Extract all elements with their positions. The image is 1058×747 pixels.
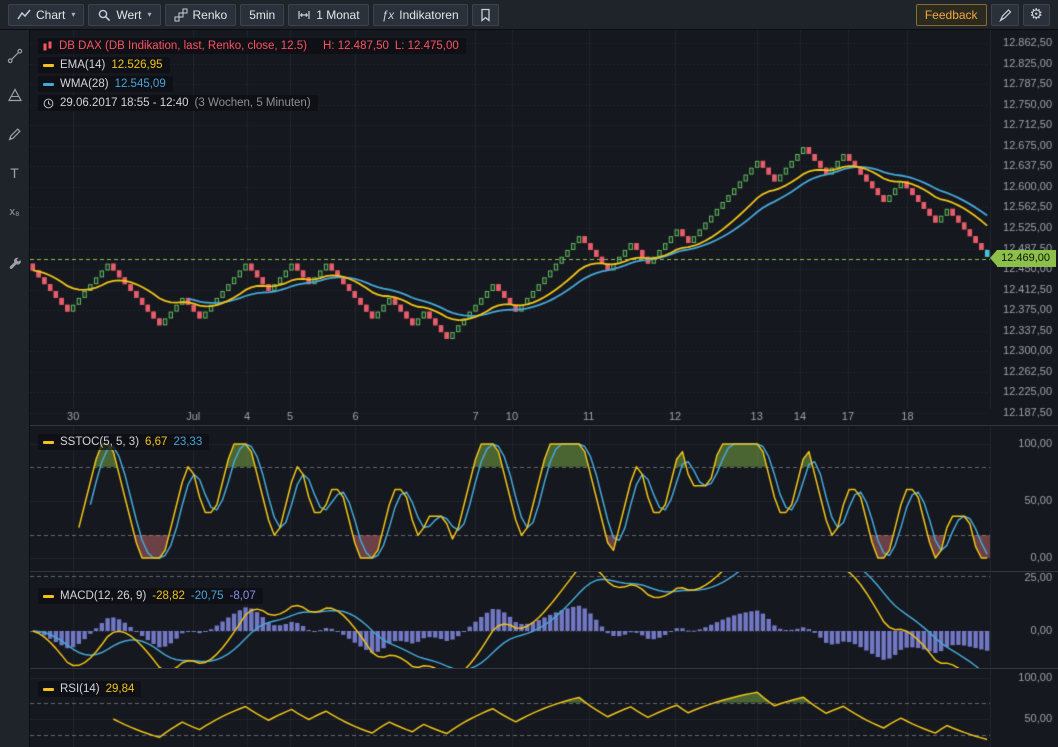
ema-line-icon bbox=[43, 64, 54, 67]
formula-icon: x₈ bbox=[9, 206, 19, 218]
text-tool-icon: T bbox=[10, 165, 19, 181]
pencil-icon bbox=[7, 126, 23, 142]
indicators-label: Indikatoren bbox=[399, 8, 458, 22]
sstoc-value-1: 6,67 bbox=[145, 435, 167, 449]
macd-value-3: -8,07 bbox=[230, 589, 256, 603]
wrench-icon bbox=[7, 257, 23, 273]
trendline-icon bbox=[7, 48, 23, 64]
wma-line-icon bbox=[43, 83, 54, 86]
series-icon bbox=[43, 41, 53, 51]
macd-label: MACD(12, 26, 9) bbox=[60, 589, 146, 603]
chevron-down-icon: ▾ bbox=[147, 10, 151, 19]
ema-legend-row[interactable]: EMA(14) 12.526,95 bbox=[38, 57, 170, 73]
settings-button[interactable]: ⚙ bbox=[1023, 4, 1050, 26]
sstoc-label: SSTOC(5, 5, 3) bbox=[60, 435, 139, 449]
macd-panel: MACD(12, 26, 9) -28,82 -20,75 -8,07 bbox=[30, 572, 1058, 668]
fibonacci-icon bbox=[7, 87, 23, 103]
macd-legend-row[interactable]: MACD(12, 26, 9) -28,82 -20,75 -8,07 bbox=[38, 588, 263, 604]
charting-app: Chart ▾ Wert ▾ Renko 5min 1 Monat ƒx Ind… bbox=[0, 0, 1058, 747]
time-range-detail: (3 Wochen, 5 Minuten) bbox=[195, 96, 311, 110]
macd-value-1: -28,82 bbox=[152, 589, 185, 603]
feedback-button[interactable]: Feedback bbox=[916, 4, 987, 26]
bookmark-button[interactable] bbox=[472, 4, 499, 26]
fibonacci-tool-button[interactable] bbox=[5, 85, 25, 105]
macd-legend: MACD(12, 26, 9) -28,82 -20,75 -8,07 bbox=[38, 588, 263, 604]
range-button[interactable]: 1 Monat bbox=[288, 4, 368, 26]
time-range-text: 29.06.2017 18:55 - 12:40 bbox=[60, 96, 189, 110]
series-legend-row[interactable]: DB DAX (DB Indikation, last, Renko, clos… bbox=[38, 38, 466, 54]
renko-bricks-icon bbox=[174, 8, 188, 22]
chart-area: DB DAX (DB Indikation, last, Renko, clos… bbox=[30, 30, 1058, 747]
sstoc-legend-row[interactable]: SSTOC(5, 5, 3) 6,67 23,33 bbox=[38, 434, 209, 450]
magnifier-icon bbox=[97, 8, 111, 22]
last-price-value: 12.469,00 bbox=[1001, 252, 1050, 264]
interval-icon bbox=[297, 8, 311, 22]
rsi-canvas[interactable] bbox=[30, 669, 1058, 747]
macd-value-2: -20,75 bbox=[191, 589, 224, 603]
macd-canvas[interactable] bbox=[30, 572, 1058, 668]
sstoc-line-icon bbox=[43, 441, 54, 444]
symbol-search-button[interactable]: Wert ▾ bbox=[88, 4, 160, 26]
freehand-draw-tool-button[interactable] bbox=[5, 124, 25, 144]
macd-line-icon bbox=[43, 595, 54, 598]
chart-style-label: Renko bbox=[193, 8, 228, 22]
chart-style-button[interactable]: Renko bbox=[165, 4, 237, 26]
rsi-label: RSI(14) bbox=[60, 682, 100, 696]
feedback-label: Feedback bbox=[925, 8, 978, 22]
rsi-legend-row[interactable]: RSI(14) 29,84 bbox=[38, 681, 141, 697]
drawing-tools-sidebar: T x₈ bbox=[0, 30, 30, 747]
chart-type-label: Chart bbox=[36, 8, 65, 22]
timeframe-button[interactable]: 5min bbox=[240, 4, 284, 26]
wma-label: WMA(28) bbox=[60, 77, 109, 91]
format-brush-icon bbox=[998, 8, 1012, 22]
chart-line-icon bbox=[17, 8, 31, 22]
format-brush-button[interactable] bbox=[991, 4, 1019, 26]
range-label: 1 Monat bbox=[316, 8, 359, 22]
rsi-value: 29,84 bbox=[106, 682, 135, 696]
price-panel: DB DAX (DB Indikation, last, Renko, clos… bbox=[30, 30, 1058, 425]
clock-icon bbox=[43, 98, 54, 109]
indicators-button[interactable]: ƒx Indikatoren bbox=[373, 4, 468, 26]
series-low: L: 12.475,00 bbox=[395, 39, 459, 53]
rsi-line-icon bbox=[43, 688, 54, 691]
main-legend: DB DAX (DB Indikation, last, Renko, clos… bbox=[38, 38, 466, 111]
text-tool-button[interactable]: T bbox=[5, 163, 25, 183]
series-high: H: 12.487,50 bbox=[323, 39, 389, 53]
chevron-down-icon: ▾ bbox=[71, 10, 75, 19]
gear-icon: ⚙ bbox=[1030, 7, 1043, 22]
symbol-search-label: Wert bbox=[116, 8, 141, 22]
rsi-legend: RSI(14) 29,84 bbox=[38, 681, 141, 697]
rsi-panel: RSI(14) 29,84 bbox=[30, 669, 1058, 747]
timeframe-label: 5min bbox=[249, 8, 275, 22]
chart-type-button[interactable]: Chart ▾ bbox=[8, 4, 84, 26]
wma-legend-row[interactable]: WMA(28) 12.545,09 bbox=[38, 76, 173, 92]
formula-tool-button[interactable]: x₈ bbox=[5, 202, 25, 222]
trendline-tool-button[interactable] bbox=[5, 46, 25, 66]
top-toolbar: Chart ▾ Wert ▾ Renko 5min 1 Monat ƒx Ind… bbox=[0, 0, 1058, 30]
sstoc-panel: SSTOC(5, 5, 3) 6,67 23,33 bbox=[30, 426, 1058, 571]
ema-label: EMA(14) bbox=[60, 58, 105, 72]
wma-value: 12.545,09 bbox=[115, 77, 166, 91]
sstoc-value-2: 23,33 bbox=[173, 435, 202, 449]
ema-value: 12.526,95 bbox=[111, 58, 162, 72]
last-price-badge: 12.469,00 bbox=[997, 250, 1056, 267]
time-range-row: 29.06.2017 18:55 - 12:40 (3 Wochen, 5 Mi… bbox=[38, 95, 318, 111]
fx-icon: ƒx bbox=[382, 8, 395, 22]
bookmark-icon bbox=[479, 8, 492, 22]
series-title: DB DAX (DB Indikation, last, Renko, clos… bbox=[59, 39, 307, 53]
sstoc-legend: SSTOC(5, 5, 3) 6,67 23,33 bbox=[38, 434, 209, 450]
chart-tools-button[interactable] bbox=[5, 255, 25, 275]
